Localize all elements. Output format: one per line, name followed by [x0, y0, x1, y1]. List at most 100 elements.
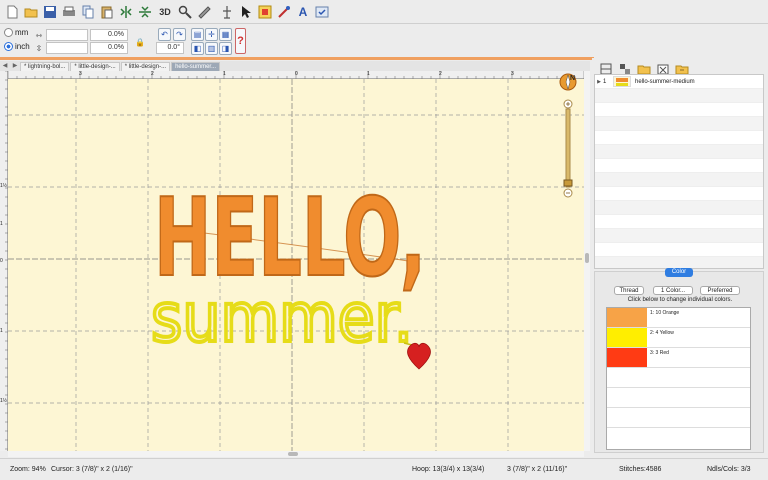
flip-vertical-icon[interactable]: [137, 4, 153, 20]
copy-icon[interactable]: [80, 4, 96, 20]
color-list: 1: 10 Orange 2: 4 Yellow 3: 3 Red: [606, 307, 751, 450]
unit-inch-option[interactable]: inch: [4, 42, 30, 51]
list-item: [595, 229, 763, 243]
design-heart: [407, 342, 431, 370]
open-folder-icon[interactable]: [23, 4, 39, 20]
check-tool-icon[interactable]: [314, 4, 330, 20]
help-icon[interactable]: ?: [235, 28, 246, 54]
status-zoom: Zoom: 94%: [10, 466, 46, 473]
ruler-label-v-3: 1: [0, 328, 3, 334]
unit-inch-radio[interactable]: [4, 42, 13, 51]
tab-hello-summer[interactable]: hello-summer...: [171, 62, 221, 71]
tab-next-icon[interactable]: ▶: [10, 62, 20, 71]
3d-view-icon[interactable]: 3D: [156, 4, 174, 20]
flip-horizontal-icon[interactable]: [118, 4, 134, 20]
color-label: 3: 3 Red: [650, 350, 669, 356]
width-field[interactable]: [46, 29, 88, 41]
horizontal-scroll-thumb[interactable]: [288, 452, 298, 456]
scale-x-field[interactable]: 0.0%: [90, 29, 128, 41]
list-item: [595, 131, 763, 145]
ruler-label-h-4: 1: [367, 71, 370, 77]
status-stitches: Stitches:4586: [619, 466, 662, 473]
expand-arrow-icon[interactable]: ▶: [595, 79, 603, 85]
list-item: [595, 243, 763, 257]
status-cursor: Cursor: 3 (7/8)" x 2 (1/16)": [51, 466, 133, 473]
align-center-icon[interactable]: ▥: [205, 42, 218, 55]
rotate-right-icon[interactable]: ↷: [173, 28, 186, 41]
design-summer-text: summer.: [151, 279, 413, 358]
list-item: [595, 117, 763, 131]
tab-lightning-bolt[interactable]: * lightning-bol...: [20, 62, 70, 71]
ruler-icon[interactable]: [196, 4, 212, 20]
color-row-empty: [607, 408, 750, 428]
ruler-label-v-4: 1½: [0, 398, 7, 404]
horizontal-scrollbar[interactable]: [8, 451, 584, 457]
status-hoop: Hoop: 13(3/4) x 13(3/4): [412, 466, 485, 473]
list-item: [595, 215, 763, 229]
ruler-label-h-6: 3: [511, 71, 514, 77]
vertical-scroll-thumb[interactable]: [585, 253, 589, 263]
center-icon[interactable]: ✛: [205, 28, 218, 41]
design-canvas[interactable]: HELLO, summer.: [8, 79, 584, 451]
unit-mm-radio[interactable]: [4, 28, 13, 37]
svg-text:N: N: [570, 75, 575, 82]
color-row-yellow[interactable]: 2: 4 Yellow: [607, 328, 750, 348]
color-swatch: [607, 348, 647, 367]
preferred-button[interactable]: Preferred: [700, 286, 740, 295]
list-item: [595, 89, 763, 103]
color-row-empty: [607, 388, 750, 408]
vertical-scrollbar[interactable]: [584, 71, 590, 451]
status-ndls-cols: Ndls/Cols: 3/3: [707, 466, 751, 473]
tab-prev-icon[interactable]: ◀: [0, 62, 10, 71]
main-toolbar: 3D A: [0, 0, 768, 24]
grid-icon[interactable]: ▦: [219, 28, 232, 41]
paste-icon[interactable]: [99, 4, 115, 20]
lock-icon[interactable]: 🔒: [134, 36, 146, 48]
status-size: 3 (7/8)" x 2 (11/16)": [507, 466, 568, 473]
color-row-empty: [607, 368, 750, 388]
ruler-label-h-0: 3: [79, 71, 82, 77]
save-icon[interactable]: [42, 4, 58, 20]
zoom-navigator-graphic: N: [559, 73, 577, 198]
unit-mm-label: mm: [15, 28, 29, 37]
list-item[interactable]: ▶ 1 hello-summer-medium: [595, 75, 763, 89]
scale-y-field[interactable]: 0.0%: [90, 42, 128, 54]
print-icon[interactable]: [61, 4, 77, 20]
tab-little-design-1[interactable]: * little-design-...: [70, 62, 120, 71]
align-right-icon[interactable]: ◨: [219, 42, 232, 55]
magnifier-icon[interactable]: [177, 4, 193, 20]
horizontal-ruler: 3 2 1 0 1 2 3: [7, 71, 585, 79]
rotate-field[interactable]: 0.0°: [156, 42, 184, 54]
one-color-button[interactable]: 1 Color...: [653, 286, 693, 295]
lettering-icon[interactable]: A: [295, 4, 311, 20]
unit-mm-option[interactable]: mm: [4, 28, 28, 37]
height-icon: ⇳: [35, 43, 43, 53]
tab-color[interactable]: Color: [665, 268, 693, 277]
vertical-ruler: 1½ 1 0 1 1½: [0, 70, 8, 451]
list-item: [595, 159, 763, 173]
color-swatch: [607, 328, 647, 347]
unit-inch-label: inch: [15, 42, 30, 51]
ruler-label-h-1: 2: [151, 71, 154, 77]
pointer-icon[interactable]: [238, 4, 254, 20]
align-left-icon[interactable]: ◧: [191, 42, 204, 55]
color-label: 1: 10 Orange: [650, 310, 680, 316]
align-top-icon[interactable]: ▤: [191, 28, 204, 41]
object-index: 1: [603, 78, 607, 85]
new-file-icon[interactable]: [4, 4, 20, 20]
height-field[interactable]: [46, 42, 88, 54]
rotate-left-icon[interactable]: ↶: [158, 28, 171, 41]
stitch-editor-icon[interactable]: [276, 4, 292, 20]
embroidery-design: HELLO, summer.: [149, 175, 431, 370]
hoop-icon[interactable]: [219, 4, 235, 20]
design-properties-icon[interactable]: [257, 4, 273, 20]
list-item: [595, 201, 763, 215]
color-row-red[interactable]: 3: 3 Red: [607, 348, 750, 368]
ruler-label-h-5: 2: [439, 71, 442, 77]
tab-little-design-2[interactable]: * little-design-...: [120, 62, 171, 71]
color-hint: Click below to change individual colors.: [627, 297, 733, 303]
thread-button[interactable]: Thread: [614, 286, 644, 295]
toolbar-separator: [0, 57, 594, 60]
color-swatch: [607, 308, 647, 327]
color-row-orange[interactable]: 1: 10 Orange: [607, 308, 750, 328]
